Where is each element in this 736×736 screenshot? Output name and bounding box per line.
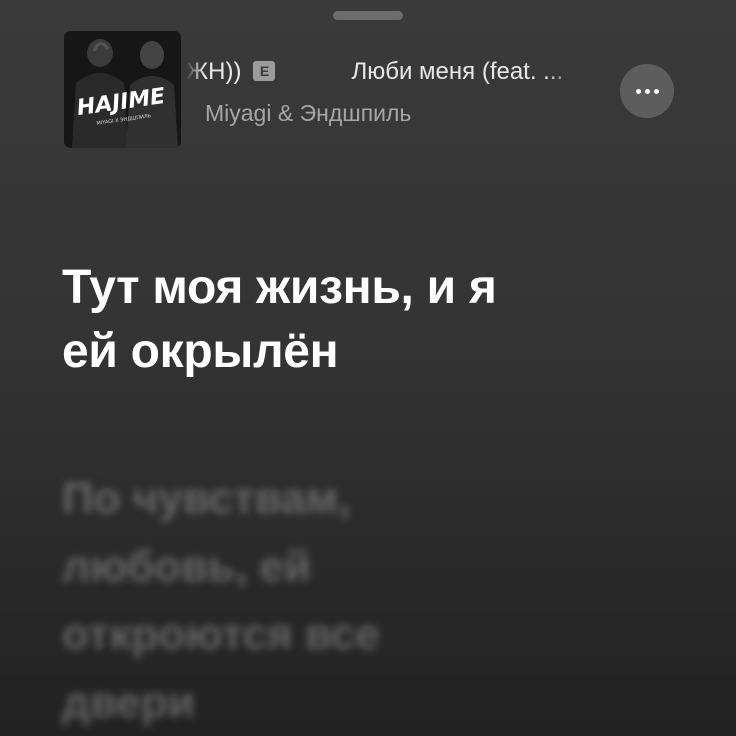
- current-lyric-text-2: ей окрылён: [62, 325, 339, 378]
- upcoming-lyric-line[interactable]: По чувствам, любовь, ей откроются все дв…: [62, 465, 622, 736]
- upcoming-lyric-text-3: откроются все: [62, 610, 380, 659]
- upcoming-lyric-text-4: двери: [62, 678, 195, 727]
- current-lyric-text-1: Тут моя жизнь, и я: [62, 261, 497, 314]
- upcoming-lyric-text-2: любовь, ей: [62, 542, 312, 591]
- current-lyric-line[interactable]: Тут моя жизнь, и я ей окрылён: [62, 256, 662, 384]
- upcoming-lyric-text-1: По чувствам,: [62, 474, 351, 523]
- lyrics-view: Тут моя жизнь, и я ей окрылён По чувства…: [0, 0, 736, 736]
